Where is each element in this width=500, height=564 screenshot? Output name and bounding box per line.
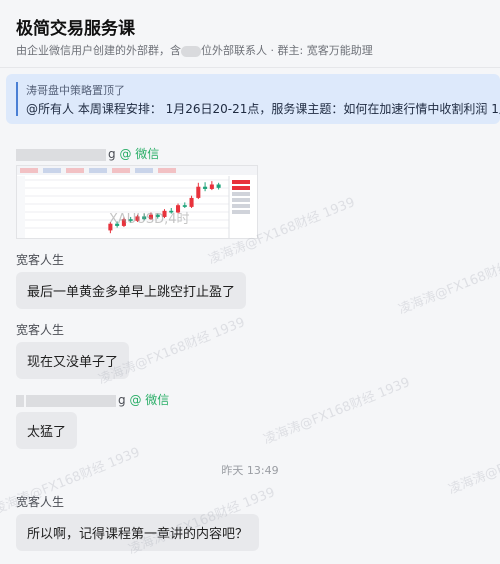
chart-price-label (232, 192, 250, 196)
chart-header-tag (43, 168, 61, 173)
chart-candle-body (203, 186, 208, 189)
chart-candle-body (196, 186, 201, 198)
message-sender[interactable]: g @ 微信 (16, 391, 169, 408)
pinned-author: 涛哥盘中策略置顶了 (26, 84, 125, 97)
chart-price-label (232, 210, 250, 214)
chart-candle-body (216, 184, 221, 188)
chart-price-label (232, 204, 250, 208)
chart-price-label (232, 180, 250, 184)
chart-header-tag (20, 168, 38, 173)
pinned-accent-bar (16, 82, 18, 116)
chart-candle-body (189, 197, 194, 207)
blurred-sender-name (26, 394, 116, 407)
subtitle-prefix: 由企业微信用户创建的外部群，含 (16, 44, 181, 57)
blurred-sender-name (16, 394, 24, 407)
watermark-text: 凌海涛@FX168财经 1939 (261, 375, 413, 448)
chart-symbol-watermark: XAUUSD,4时 (109, 212, 190, 227)
chart-header-tag (135, 168, 153, 173)
chart-price-label (232, 198, 250, 202)
watermark-text: 凌海涛@FX168财经 1939 (396, 245, 500, 318)
wechat-source-tag: @ 微信 (129, 393, 170, 407)
message-bubble[interactable]: 现在又没单子了 (16, 342, 130, 379)
subtitle-suffix: 位外部联系人 · 群主: 宽客万能助理 (201, 44, 373, 57)
message-sender[interactable]: g @ 微信 (16, 145, 159, 162)
chart-toolbar (17, 176, 25, 238)
chart-candle-body (209, 184, 214, 189)
message-sender[interactable]: 宽客人生 (16, 321, 64, 338)
chart-candle-body (182, 205, 187, 207)
pinned-content: @所有人 本周课程安排： 1月26日20-21点，服务课主题：如何在加速行情中收… (26, 102, 500, 116)
blurred-sender-name (16, 148, 106, 161)
chart-image-message[interactable]: XAUUSD,4时 (16, 165, 258, 239)
message-bubble[interactable]: 所以啊，记得课程第一章讲的内容吧？ (16, 514, 260, 551)
watermark-text: 凌海涛@FX168财经 1939 (446, 425, 500, 498)
message-sender[interactable]: 宽客人生 (16, 493, 64, 510)
group-subtitle: 由企业微信用户创建的外部群，含 位外部联系人 · 群主: 宽客万能助理 (16, 42, 373, 58)
chart-price-label (232, 186, 250, 190)
message-bubble[interactable]: 最后一单黄金多单早上跳空打止盈了 (16, 272, 247, 309)
message-bubble[interactable]: 太猛了 (16, 412, 78, 449)
kline-chart-svg (17, 166, 257, 238)
chart-header-tag (112, 168, 130, 173)
blurred-count (181, 45, 201, 57)
group-title: 极简交易服务课 (16, 19, 135, 39)
sender-name-tail: g (108, 147, 116, 161)
pinned-message[interactable]: 涛哥盘中策略置顶了 @所有人 本周课程安排： 1月26日20-21点，服务课主题… (6, 74, 500, 124)
time-divider: 昨天 13:49 (221, 464, 279, 477)
wechat-source-tag: @ 微信 (119, 147, 160, 161)
chart-header-tag (158, 168, 176, 173)
message-sender[interactable]: 宽客人生 (16, 251, 64, 268)
sender-name-tail: g (118, 393, 126, 407)
chart-header-tag (66, 168, 84, 173)
chat-header: 极简交易服务课 由企业微信用户创建的外部群，含 位外部联系人 · 群主: 宽客万能… (0, 0, 500, 68)
chart-header-tag (89, 168, 107, 173)
